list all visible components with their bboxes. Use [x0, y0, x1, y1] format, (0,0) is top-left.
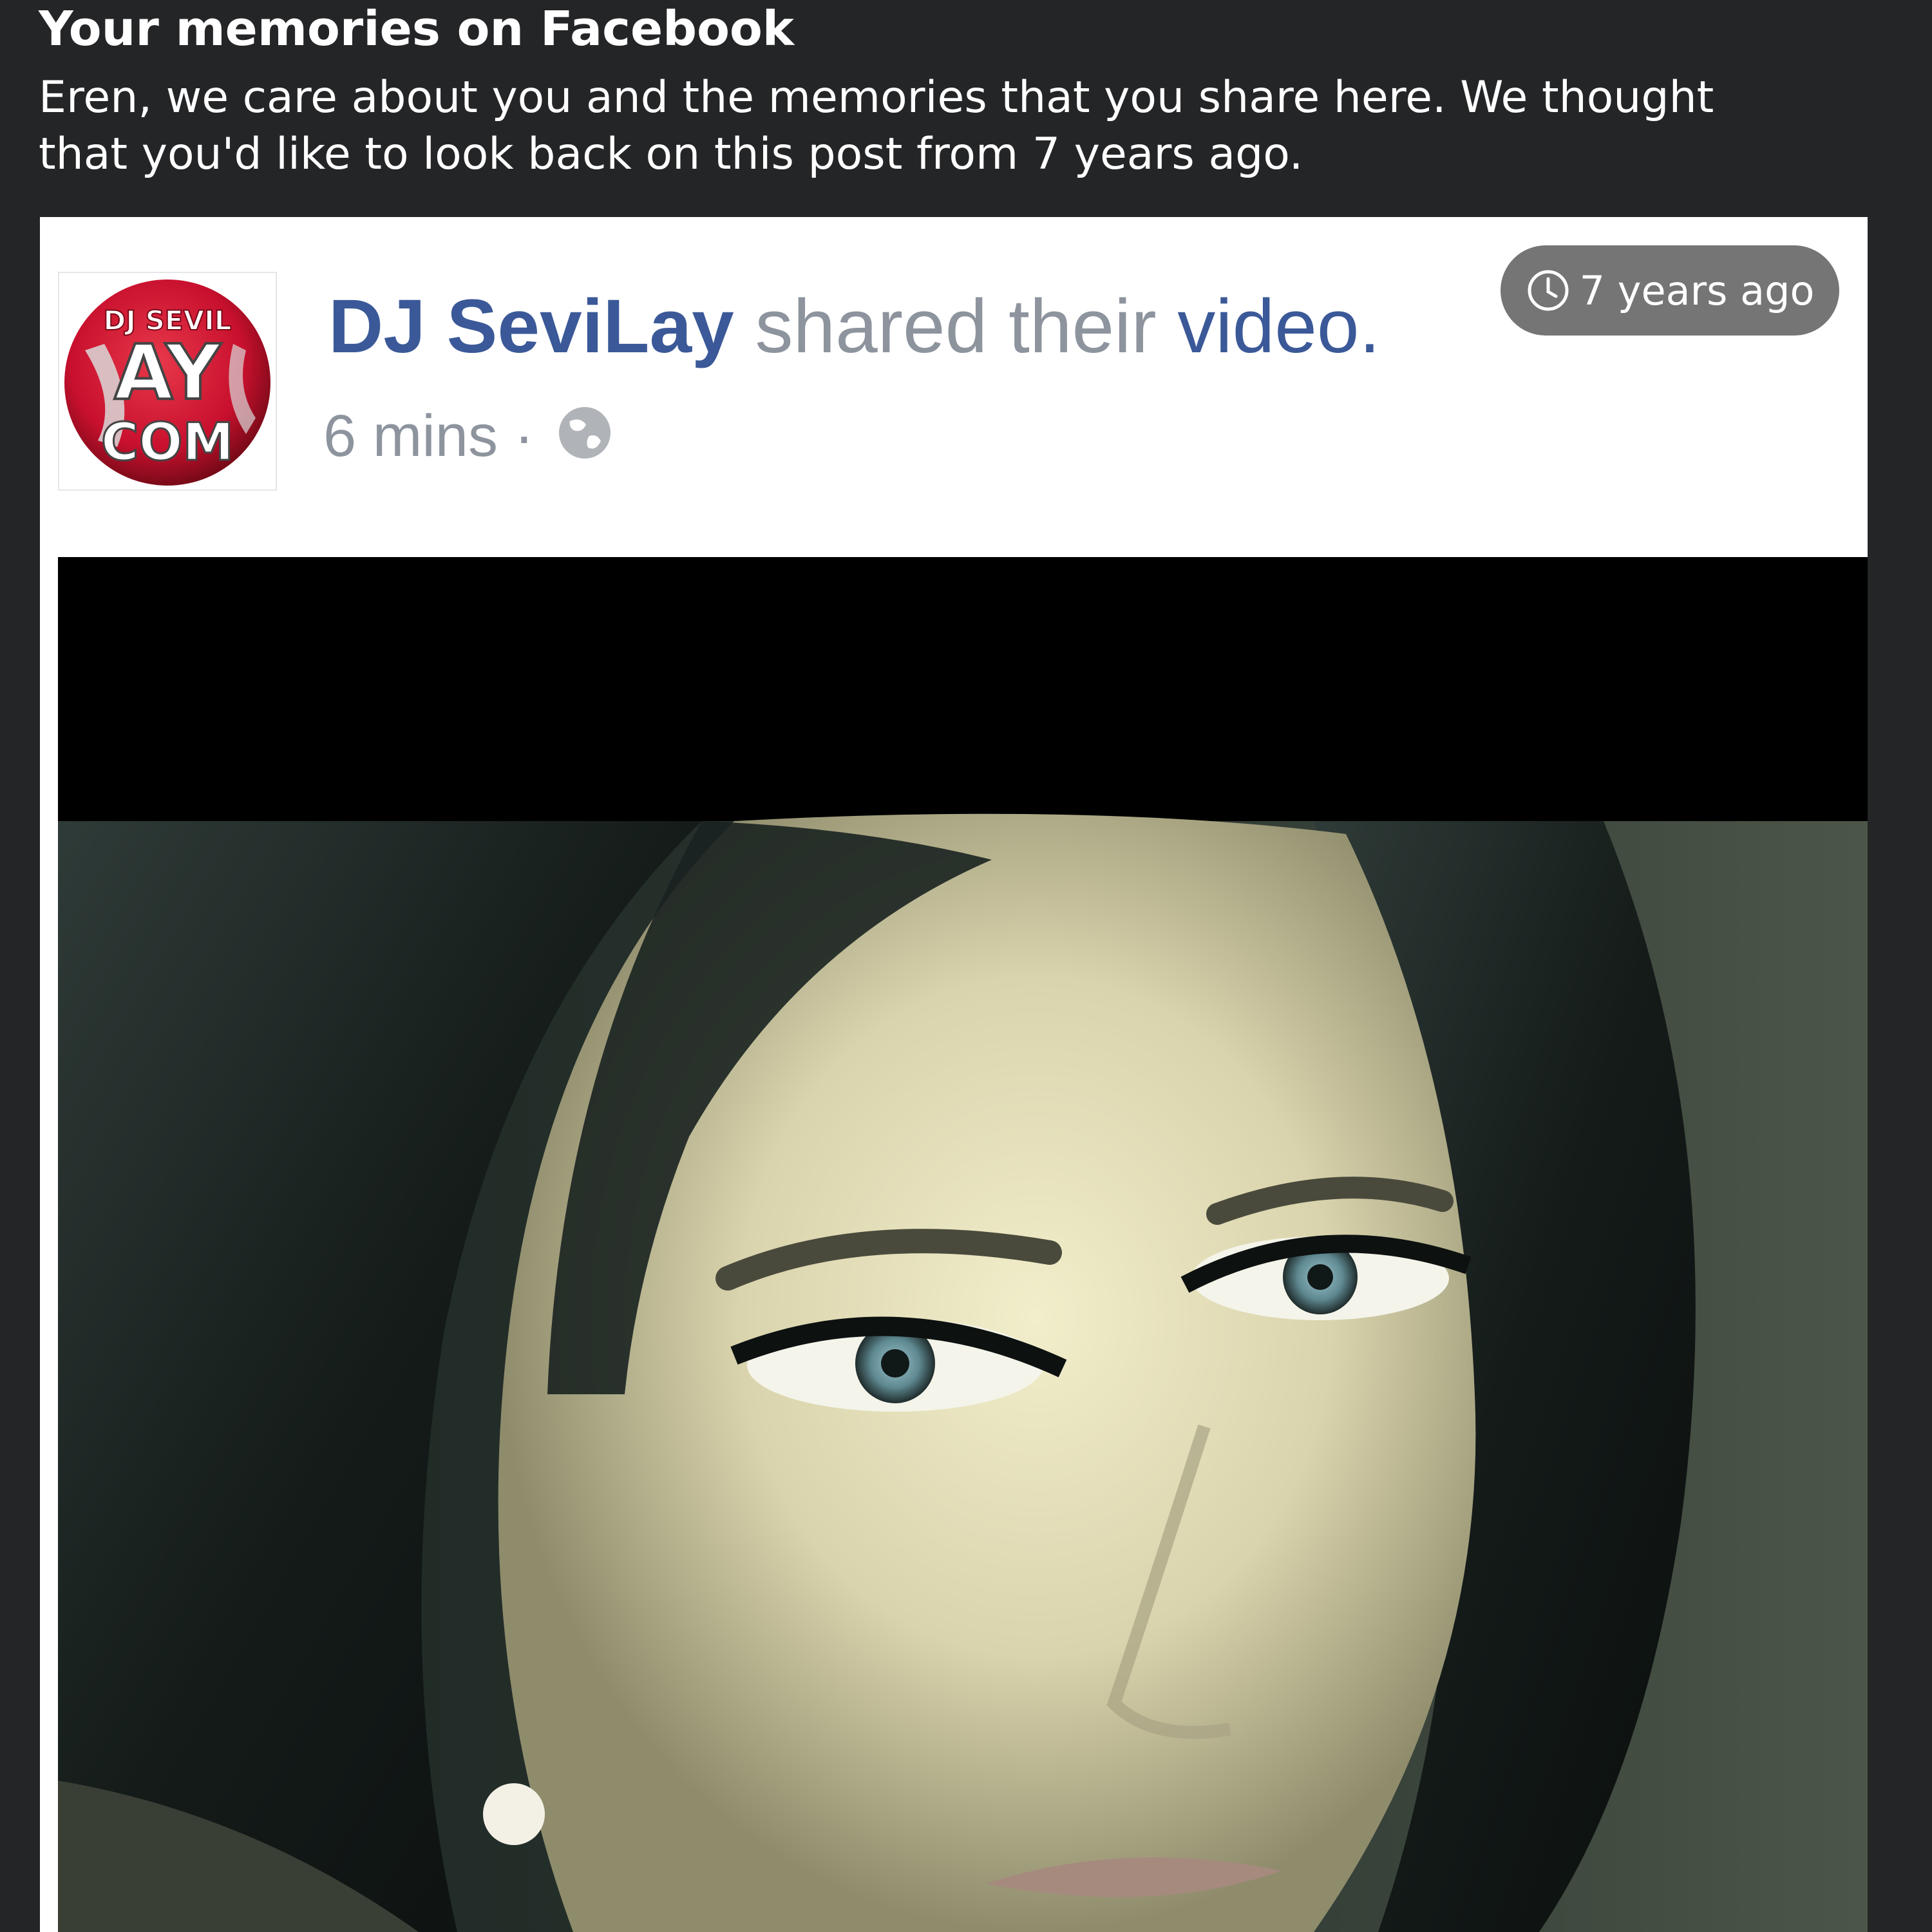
memories-description: Eren, we care about you and the memories… [39, 72, 1714, 180]
video-frame-image [58, 557, 1868, 1932]
video-link[interactable]: video. [1177, 284, 1380, 369]
svg-text:AY: AY [114, 328, 222, 417]
avatar[interactable]: DJ SEVIL AY COM [58, 272, 277, 491]
memories-title: Your memories on Facebook [39, 1, 795, 57]
svg-text:COM: COM [101, 412, 234, 472]
timestamp-badge: 7 years ago [1501, 245, 1839, 336]
meta-separator: · [497, 403, 551, 469]
clock-icon [1528, 270, 1569, 311]
post-meta: 6 mins · [323, 401, 612, 476]
timestamp-badge-label: 7 years ago [1579, 267, 1815, 314]
globe-icon [557, 405, 612, 476]
avatar-logo-image: DJ SEVIL AY COM [64, 279, 270, 486]
memory-post-card[interactable]: DJ SEVIL AY COM DJ SeviLay shared their … [40, 217, 1868, 1932]
post-header-line: DJ SeviLay shared their video. [328, 281, 1380, 372]
video-thumbnail[interactable] [58, 557, 1868, 1932]
post-action-text: shared their [734, 284, 1178, 369]
poster-name-link[interactable]: DJ SeviLay [328, 284, 734, 369]
post-time-link[interactable]: 6 mins [323, 403, 498, 469]
memories-page: Your memories on Facebook Eren, we care … [0, 0, 1932, 1932]
